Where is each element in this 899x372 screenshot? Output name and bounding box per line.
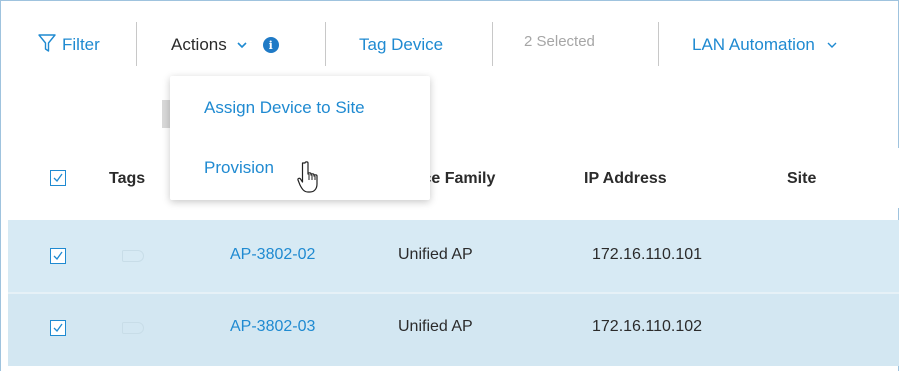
actions-label: Actions: [171, 35, 227, 54]
checkbox-checked-icon: [53, 173, 63, 183]
tag-icon[interactable]: [122, 322, 144, 334]
menu-item-assign-device-to-site[interactable]: Assign Device to Site: [204, 98, 365, 118]
table-row[interactable]: AP-3802-02 Unified AP 172.16.110.101: [8, 220, 899, 292]
row-checkbox[interactable]: [50, 248, 66, 264]
filter-label: Filter: [62, 35, 100, 54]
toolbar-divider: [136, 22, 137, 66]
actions-button[interactable]: Actions i: [171, 28, 279, 62]
selected-count-text: 2 Selected: [524, 32, 595, 50]
checkbox-checked-icon: [53, 323, 63, 333]
filter-icon: [38, 33, 56, 58]
tag-device-button[interactable]: Tag Device: [359, 28, 443, 62]
tag-device-label: Tag Device: [359, 35, 444, 54]
filter-button[interactable]: Filter: [38, 28, 100, 62]
toolbar: Filter Actions i Tag Device 2 Selected L…: [0, 0, 899, 90]
toolbar-divider: [325, 22, 326, 66]
device-family-cell: Unified AP: [398, 318, 473, 335]
selected-count: 2 Selected: [524, 24, 595, 58]
ip-address-cell: 172.16.110.102: [592, 318, 703, 335]
lan-automation-button[interactable]: LAN Automation: [692, 28, 837, 62]
table-header: Tags ice Family IP Address Site: [8, 148, 899, 208]
menu-item-provision[interactable]: Provision: [204, 158, 274, 178]
row-checkbox[interactable]: [50, 320, 66, 336]
search-field-edge: [162, 100, 170, 128]
lan-automation-label: LAN Automation: [692, 35, 815, 54]
hand-pointer-cursor-icon: [296, 160, 322, 199]
chevron-down-icon: [827, 38, 837, 52]
toolbar-divider: [658, 22, 659, 66]
column-header-tags[interactable]: Tags: [109, 170, 145, 188]
device-family-cell: Unified AP: [398, 246, 473, 263]
ip-address-cell: 172.16.110.101: [592, 246, 703, 263]
chevron-down-icon: [237, 38, 247, 52]
select-all-checkbox[interactable]: [50, 170, 66, 186]
column-header-ip-address[interactable]: IP Address: [584, 170, 667, 188]
checkbox-checked-icon: [53, 251, 63, 261]
device-name-link[interactable]: AP-3802-02: [230, 246, 315, 264]
tag-icon[interactable]: [122, 250, 144, 262]
table-row[interactable]: AP-3802-03 Unified AP 172.16.110.102: [8, 294, 899, 366]
device-name-link[interactable]: AP-3802-03: [230, 318, 315, 336]
info-icon[interactable]: i: [262, 37, 279, 53]
toolbar-divider: [492, 22, 493, 66]
column-header-site[interactable]: Site: [787, 170, 816, 188]
